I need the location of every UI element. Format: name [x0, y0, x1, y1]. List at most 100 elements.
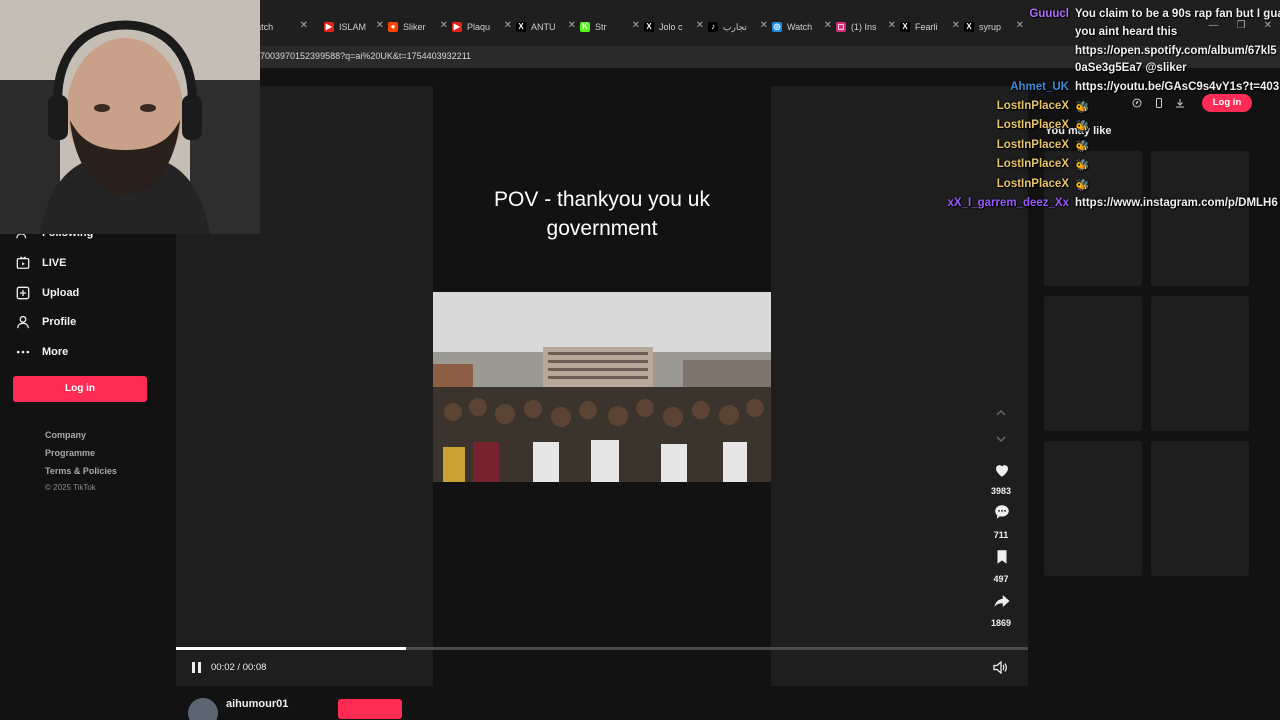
- sidebar-item-label: More: [42, 346, 69, 358]
- sidebar-item-more[interactable]: More: [16, 345, 68, 359]
- chat-username: LostInPlaceX: [996, 139, 1069, 151]
- sidebar-item-profile[interactable]: Profile: [16, 315, 76, 329]
- tab-favicon-icon: ♪: [708, 22, 718, 32]
- browser-tab[interactable]: X ANTU ✕: [516, 18, 576, 36]
- tab-close-icon[interactable]: ✕: [824, 20, 832, 31]
- stream-chat-overlay: Guuucl You claim to be a 90s rap fan but …: [940, 0, 1280, 215]
- tab-label: ANTU: [531, 22, 556, 32]
- chat-text: 🐝: [1075, 141, 1090, 153]
- video-progress-bar[interactable]: [176, 647, 1028, 650]
- browser-tab[interactable]: X Jolo c ✕: [644, 18, 704, 36]
- tab-favicon-icon: ▶: [324, 22, 334, 32]
- sidebar-item-live[interactable]: LIVE: [16, 256, 66, 270]
- volume-icon[interactable]: [993, 661, 1007, 674]
- suggested-video-thumb[interactable]: [1151, 296, 1249, 431]
- video-frame-image: [433, 292, 771, 482]
- browser-tab[interactable]: ▶ Plaqu ✕: [452, 18, 512, 36]
- window-controls: — ❐ ✕: [1209, 20, 1272, 31]
- maximize-icon[interactable]: ❐: [1237, 20, 1246, 31]
- footer-link-company[interactable]: Company: [45, 430, 86, 440]
- tab-label: Str: [595, 22, 607, 32]
- bookmark-icon[interactable]: [993, 548, 1011, 566]
- pause-icon[interactable]: [192, 662, 202, 673]
- chat-text: 🐝: [1075, 102, 1090, 114]
- copyright: © 2025 TikTok: [45, 483, 96, 492]
- tab-label: Watch: [787, 22, 813, 32]
- tab-favicon-icon: X: [644, 22, 654, 32]
- author-row: aihumour01: [176, 690, 1028, 720]
- profile-icon: [17, 315, 29, 329]
- tab-label: Jolo c: [659, 22, 683, 32]
- heart-icon[interactable]: [993, 461, 1011, 479]
- chat-text: 0aSe3g5Ea7 @sliker: [1075, 62, 1187, 74]
- tab-label: (1) Ins: [851, 22, 877, 32]
- chevron-up-icon[interactable]: [995, 408, 1007, 418]
- tab-label: Plaqu: [467, 22, 491, 32]
- sidebar-item-upload[interactable]: Upload: [16, 286, 79, 300]
- crowd-scene-illustration: [433, 292, 771, 482]
- footer-link-terms[interactable]: Terms & Policies: [45, 466, 117, 476]
- chat-text: You claim to be a 90s rap fan but I gua: [1075, 8, 1280, 20]
- sidebar-item-label: LIVE: [42, 257, 67, 269]
- tab-favicon-icon: X: [516, 22, 526, 32]
- sidebar-login-button[interactable]: Log in: [13, 376, 147, 402]
- share-icon[interactable]: [993, 592, 1011, 610]
- browser-tab[interactable]: ◎ Watch ✕: [772, 18, 832, 36]
- suggested-video-thumb[interactable]: [1151, 441, 1249, 576]
- chat-text: https://www.instagram.com/p/DMLH6: [1075, 197, 1278, 209]
- browser-tab[interactable]: ♪ تجارب ✕: [708, 18, 768, 36]
- browser-tab[interactable]: ● Sliker ✕: [388, 18, 448, 36]
- minimize-icon[interactable]: —: [1209, 20, 1219, 31]
- author-name[interactable]: aihumour01: [226, 698, 288, 710]
- url-text[interactable]: 7003970152399588?q=ai%20UK&t=17544039322…: [260, 51, 471, 61]
- comment-icon[interactable]: [993, 503, 1011, 521]
- tab-close-icon[interactable]: ✕: [568, 20, 576, 31]
- tab-label: ISLAM: [339, 22, 367, 32]
- chat-username: Ahmet_UK: [1010, 81, 1069, 93]
- sidebar-item-label: Upload: [42, 287, 80, 299]
- footer-link-programme[interactable]: Programme: [45, 448, 95, 458]
- tab-close-icon[interactable]: ✕: [888, 20, 896, 31]
- chat-text: 🐝: [1075, 121, 1090, 133]
- share-count: 1869: [990, 618, 1012, 628]
- avatar[interactable]: [188, 698, 218, 720]
- more-icon: [16, 350, 30, 354]
- tab-close-icon[interactable]: ✕: [440, 20, 448, 31]
- tab-close-icon[interactable]: ✕: [696, 20, 704, 31]
- like-count: 3983: [990, 486, 1012, 496]
- video-progress-fill: [176, 647, 407, 650]
- chevron-down-icon[interactable]: [995, 434, 1007, 444]
- tab-close-icon[interactable]: ✕: [376, 20, 384, 31]
- upload-icon: [16, 286, 30, 300]
- browser-tab[interactable]: ◻ (1) Ins ✕: [836, 18, 896, 36]
- chat-username: xX_I_garrem_deez_Xx: [947, 197, 1069, 209]
- tab-favicon-icon: X: [900, 22, 910, 32]
- chat-text: https://youtu.be/GAsC9s4vY1s?t=403: [1075, 81, 1280, 93]
- tab-label: تجارب: [723, 21, 747, 32]
- live-icon: [16, 256, 30, 269]
- tab-label: Sliker: [403, 22, 426, 32]
- suggested-video-thumb[interactable]: [1044, 296, 1142, 431]
- webcam-feed: [0, 0, 260, 234]
- follow-button[interactable]: [338, 699, 402, 719]
- caption-line-2: government: [546, 217, 658, 240]
- chat-username: LostInPlaceX: [996, 119, 1069, 131]
- save-count: 497: [993, 574, 1009, 584]
- tab-close-icon[interactable]: ✕: [760, 20, 768, 31]
- chat-username: Guuucl: [1029, 8, 1069, 20]
- sidebar-item-label: Profile: [42, 316, 77, 328]
- chat-text: 🐝: [1075, 180, 1090, 192]
- browser-tab[interactable]: ▶ ISLAM ✕: [324, 18, 384, 36]
- chat-username: LostInPlaceX: [996, 100, 1069, 112]
- suggested-video-thumb[interactable]: [1044, 441, 1142, 576]
- tab-favicon-icon: ▶: [452, 22, 462, 32]
- chat-username: LostInPlaceX: [996, 178, 1069, 190]
- chat-text: you aint heard this: [1075, 26, 1178, 38]
- close-icon[interactable]: ✕: [1264, 20, 1272, 31]
- chat-username: LostInPlaceX: [996, 158, 1069, 170]
- tab-close-icon[interactable]: ✕: [300, 20, 308, 31]
- browser-tab[interactable]: K Str ✕: [580, 18, 640, 36]
- tab-close-icon[interactable]: ✕: [632, 20, 640, 31]
- tab-favicon-icon: ●: [388, 22, 398, 32]
- tab-close-icon[interactable]: ✕: [504, 20, 512, 31]
